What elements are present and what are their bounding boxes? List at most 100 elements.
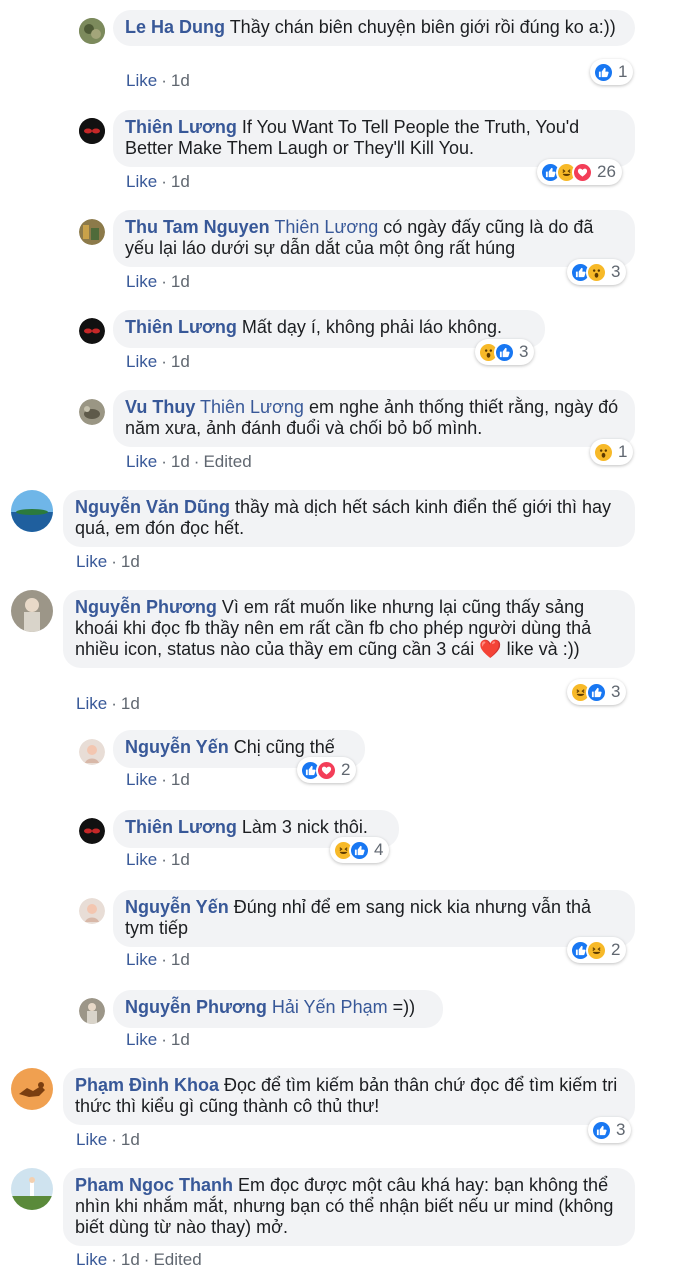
comment-author[interactable]: Thiên Lương [125, 317, 237, 337]
reaction-summary[interactable]: 4 [330, 837, 390, 863]
wow-reaction-icon [593, 441, 614, 463]
comment-bubble: Nguyễn Phương Hải Yến Phạm =)) [113, 990, 443, 1028]
comment-author[interactable]: Thu Tam Nguyen [125, 217, 270, 237]
avatar[interactable] [11, 490, 53, 532]
reaction-count: 1 [618, 62, 628, 81]
avatar[interactable] [79, 399, 105, 425]
comment-meta: Like · 1d [76, 694, 140, 713]
like-reaction-icon [586, 681, 607, 703]
wow-reaction-icon [586, 261, 607, 283]
comment-time[interactable]: 1d [171, 770, 190, 789]
like-link[interactable]: Like [126, 770, 157, 789]
comment-bubble: Vu Thuy Thiên Lương em nghe ảnh thống th… [113, 390, 635, 447]
comment-meta: Like · 1d [126, 352, 190, 371]
reaction-summary[interactable]: 1 [590, 439, 634, 465]
like-link[interactable]: Like [76, 1130, 107, 1149]
comment-mention[interactable]: Thiên Lương [270, 217, 378, 237]
reaction-count: 2 [611, 940, 621, 959]
edited-label: Edited [203, 452, 252, 471]
avatar[interactable] [79, 118, 105, 144]
like-reaction-icon [593, 61, 614, 83]
reaction-summary[interactable]: 2 [567, 937, 627, 963]
comment-time[interactable]: 1d [171, 352, 190, 371]
comment-time[interactable]: 1d [121, 694, 140, 713]
comment-time[interactable]: 1d [171, 272, 190, 291]
reaction-summary[interactable]: 3 [567, 679, 627, 705]
avatar[interactable] [79, 998, 105, 1024]
avatar[interactable] [79, 219, 105, 245]
comment-author[interactable]: Nguyễn Văn Dũng [75, 497, 230, 517]
comment-bubble: Nguyễn Yến Đúng nhỉ để em sang nick kia … [113, 890, 635, 947]
reaction-summary[interactable]: 3 [567, 259, 627, 285]
like-link[interactable]: Like [76, 1250, 107, 1269]
comment-author[interactable]: Nguyễn Yến [125, 737, 229, 757]
comment-time[interactable]: 1d [121, 1250, 140, 1269]
like-link[interactable]: Like [126, 71, 157, 90]
reaction-count: 3 [611, 262, 621, 281]
like-link[interactable]: Like [76, 694, 107, 713]
comment-author[interactable]: Pham Ngoc Thanh [75, 1175, 233, 1195]
comment-author[interactable]: Nguyễn Phương [125, 997, 267, 1017]
comment-time[interactable]: 1d [171, 452, 190, 471]
comment-bubble: Thu Tam Nguyen Thiên Lương có ngày đấy c… [113, 210, 635, 267]
like-reaction-icon [494, 341, 515, 363]
comment-bubble: Nguyễn Văn Dũng thầy mà dịch hết sách ki… [63, 490, 635, 547]
like-link[interactable]: Like [126, 352, 157, 371]
comment-meta: Like · 1d [126, 172, 190, 191]
avatar[interactable] [11, 1068, 53, 1110]
comment-time[interactable]: 1d [171, 950, 190, 969]
comment-meta: Like · 1d [126, 71, 190, 90]
avatar[interactable] [79, 818, 105, 844]
comment-mention[interactable]: Thiên Lương [195, 397, 304, 417]
like-link[interactable]: Like [126, 850, 157, 869]
avatar[interactable] [11, 1168, 53, 1210]
comment-text: Mất dạy í, không phải láo không. [236, 317, 503, 337]
comment-bubble: Nguyễn Phương Vì em rất muốn like nhưng … [63, 590, 635, 668]
like-link[interactable]: Like [126, 452, 157, 471]
comment-text: =)) [387, 997, 416, 1017]
like-link[interactable]: Like [126, 950, 157, 969]
comment-author[interactable]: Nguyễn Phương [75, 597, 217, 617]
comment-author[interactable]: Vu Thuy [125, 397, 195, 417]
comment-text: Thầy chán biên chuyện biên giới rồi đúng… [225, 17, 616, 37]
avatar[interactable] [11, 590, 53, 632]
comment-author[interactable]: Thiên Lương [125, 117, 237, 137]
comment-time[interactable]: 1d [121, 1130, 140, 1149]
comment-bubble: Pham Ngoc Thanh Em đọc được một câu khá … [63, 1168, 635, 1246]
comment-meta: Like · 1d [126, 850, 190, 869]
comment-time[interactable]: 1d [171, 71, 190, 90]
comment-time[interactable]: 1d [121, 552, 140, 571]
avatar[interactable] [79, 898, 105, 924]
like-reaction-icon [591, 1119, 612, 1141]
like-link[interactable]: Like [126, 172, 157, 191]
comment-time[interactable]: 1d [171, 850, 190, 869]
comment-text: Làm 3 nick thôi. [236, 817, 368, 837]
comment-meta: Like · 1d [126, 770, 190, 789]
comment-author[interactable]: Le Ha Dung [125, 17, 225, 37]
like-link[interactable]: Like [76, 552, 107, 571]
comment-meta: Like · 1d [126, 272, 190, 291]
love-reaction-icon [316, 759, 337, 781]
reaction-summary[interactable]: 3 [588, 1117, 632, 1143]
comment-mention[interactable]: Hải Yến Phạm [267, 997, 388, 1017]
comment-meta: Like · 1d · Edited [126, 452, 252, 471]
reaction-summary[interactable]: 26 [537, 159, 622, 185]
reaction-summary[interactable]: 2 [297, 757, 357, 783]
reaction-count: 3 [611, 682, 621, 701]
like-reaction-icon [349, 839, 370, 861]
avatar[interactable] [79, 18, 105, 44]
reaction-summary[interactable]: 1 [590, 59, 634, 85]
edited-label: Edited [153, 1250, 202, 1269]
comment-author[interactable]: Nguyễn Yến [125, 897, 229, 917]
comment-time[interactable]: 1d [171, 1030, 190, 1049]
reaction-count: 3 [616, 1120, 626, 1139]
like-link[interactable]: Like [126, 272, 157, 291]
comment-author[interactable]: Phạm Đình Khoa [75, 1075, 219, 1095]
reaction-count: 26 [597, 162, 616, 181]
comment-author[interactable]: Thiên Lương [125, 817, 237, 837]
reaction-summary[interactable]: 3 [475, 339, 535, 365]
comment-time[interactable]: 1d [171, 172, 190, 191]
avatar[interactable] [79, 318, 105, 344]
like-link[interactable]: Like [126, 1030, 157, 1049]
avatar[interactable] [79, 739, 105, 765]
